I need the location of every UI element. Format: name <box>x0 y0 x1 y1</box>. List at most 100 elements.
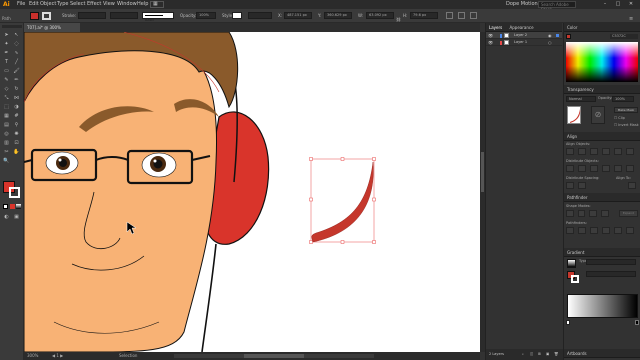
transparency-opacity-field[interactable]: 100% <box>612 96 634 102</box>
default-colors-icon[interactable] <box>3 204 8 209</box>
pathfinder-panel-header[interactable]: Pathfinder <box>564 193 640 202</box>
align-hcenter-icon[interactable] <box>578 148 586 155</box>
artboard-nav-icon[interactable]: ◀ 1 ▶ <box>52 352 63 360</box>
new-layer-icon[interactable]: ▣ <box>546 349 549 360</box>
shape-builder-tool-icon[interactable]: ◑ <box>12 103 21 111</box>
blend-mode-dropdown[interactable]: Normal <box>566 96 596 102</box>
expand-button[interactable]: Expand <box>618 210 639 217</box>
line-tool-icon[interactable]: ╱ <box>12 58 21 66</box>
bbox-handle-bm[interactable] <box>340 240 345 244</box>
intersect-icon[interactable] <box>589 210 598 217</box>
color-fill-swatch[interactable] <box>566 34 571 39</box>
curvature-tool-icon[interactable]: ∿ <box>12 49 21 57</box>
object-thumbnail[interactable] <box>567 106 581 124</box>
perspective-grid-tool-icon[interactable]: ▦ <box>2 112 11 120</box>
transparency-panel-header[interactable]: Transparency <box>564 85 640 94</box>
headphone-cable[interactable] <box>201 243 217 352</box>
horizontal-scrollbar[interactable] <box>174 354 374 358</box>
gradient-stop-end[interactable] <box>635 320 639 325</box>
y-field[interactable]: 360.629 px <box>324 12 352 19</box>
menu-help[interactable]: Help <box>135 0 150 9</box>
status-tool[interactable]: Selection <box>119 352 137 360</box>
zoom-tool-icon[interactable]: 🔍 <box>2 157 11 165</box>
distribute-left-icon[interactable] <box>602 165 610 172</box>
bbox-handle-tm[interactable] <box>340 157 345 161</box>
align-bottom-icon[interactable] <box>626 148 634 155</box>
horizontal-scroll-thumb[interactable] <box>244 354 304 358</box>
w-field[interactable]: 63.092 px <box>366 12 394 19</box>
bbox-handle-mr[interactable] <box>372 197 376 202</box>
isolate-icon[interactable] <box>458 12 465 19</box>
tab-layers[interactable]: Layers <box>489 25 502 30</box>
eyedropper-tool-icon[interactable]: ⚲ <box>12 121 21 129</box>
rectangle-tool-icon[interactable]: ▭ <box>2 67 11 75</box>
menu-file[interactable]: File <box>15 0 27 9</box>
clipping-mask-icon[interactable]: ◫ <box>530 349 533 360</box>
minimize-icon[interactable]: – <box>600 0 610 9</box>
close-icon[interactable]: ✕ <box>626 0 636 9</box>
type-tool-icon[interactable]: T <box>2 58 11 66</box>
horizontal-spacing-icon[interactable] <box>578 182 586 189</box>
recolor-icon[interactable] <box>470 12 477 19</box>
merge-icon[interactable] <box>590 227 598 234</box>
transform-icon[interactable] <box>446 12 453 19</box>
gradient-stop-start[interactable] <box>566 320 570 325</box>
visibility-eye-icon[interactable]: 👁 <box>488 39 493 46</box>
vertical-scroll-thumb[interactable] <box>481 152 484 192</box>
gradient-type-dropdown[interactable] <box>586 259 636 265</box>
gradient-panel-header[interactable]: Gradient <box>564 248 640 257</box>
minus-back-icon[interactable] <box>626 227 634 234</box>
tab-appearance[interactable]: Appearance <box>510 25 534 30</box>
pencil-tool-icon[interactable]: ✏ <box>12 76 21 84</box>
link-icon[interactable]: ⛓ <box>396 13 401 22</box>
search-stock-input[interactable]: Search Adobe Stock <box>538 1 576 12</box>
draw-mode-icon[interactable]: ◐ <box>2 213 11 221</box>
new-sublayer-icon[interactable]: ⊞ <box>538 349 541 360</box>
fill-swatch[interactable] <box>30 12 39 20</box>
selection-indicator[interactable] <box>556 34 559 37</box>
minus-front-icon[interactable] <box>577 210 586 217</box>
bbox-handle-tr[interactable] <box>372 157 376 161</box>
pen-tool-icon[interactable]: ✒ <box>2 49 11 57</box>
align-dropdown[interactable] <box>248 12 272 19</box>
opacity-field[interactable]: 100% <box>196 12 216 19</box>
shaper-tool-icon[interactable]: ✎ <box>2 76 11 84</box>
symbol-sprayer-tool-icon[interactable]: ✺ <box>12 130 21 138</box>
gradient-preview[interactable] <box>567 259 576 268</box>
gradient-mode-icon[interactable] <box>16 204 21 209</box>
hex-field[interactable]: C5372C <box>610 34 638 39</box>
eraser-tool-icon[interactable]: ◇ <box>2 85 11 93</box>
workspace-switcher[interactable]: Dope Motions <box>506 0 540 9</box>
distribute-right-icon[interactable] <box>626 165 634 172</box>
scale-tool-icon[interactable]: ⤡ <box>2 94 11 102</box>
graph-tool-icon[interactable]: ▥ <box>2 139 11 147</box>
vertical-spacing-icon[interactable] <box>566 182 574 189</box>
mesh-tool-icon[interactable]: # <box>12 112 21 120</box>
selected-brush-stroke[interactable] <box>311 161 374 243</box>
layer-name[interactable]: Layer 2 <box>514 32 527 39</box>
align-panel-header[interactable]: Align <box>564 132 640 141</box>
panel-menu-icon[interactable]: ≡ <box>629 12 636 22</box>
locate-object-icon[interactable]: ⌕ <box>522 349 524 360</box>
paintbrush-tool-icon[interactable]: 🖌 <box>12 67 21 75</box>
invert-mask-checkbox[interactable]: ☐ Invert Mask <box>614 123 639 128</box>
target-icon[interactable]: ○ <box>548 39 552 46</box>
visibility-eye-icon[interactable]: 👁 <box>488 32 493 39</box>
h-field[interactable]: 79.6 px <box>410 12 438 19</box>
exclude-icon[interactable] <box>601 210 609 217</box>
layer-row-layer1[interactable]: 👁 Layer 1 ○ <box>486 39 562 46</box>
align-left-icon[interactable] <box>566 148 574 155</box>
gradient-angle-field[interactable] <box>586 271 636 277</box>
bbox-handle-ml[interactable] <box>309 197 313 202</box>
screen-mode-icon[interactable]: ▣ <box>12 213 21 221</box>
align-vcenter-icon[interactable] <box>614 148 622 155</box>
slice-tool-icon[interactable]: ✂ <box>2 148 11 156</box>
target-icon[interactable]: ◉ <box>548 32 552 39</box>
align-top-icon[interactable] <box>602 148 610 155</box>
face-shape[interactable] <box>24 43 217 352</box>
selection-tool-icon[interactable]: ➤ <box>2 31 11 39</box>
gradient-stroke-swatch[interactable] <box>571 275 579 283</box>
toolbar-grip[interactable] <box>2 25 22 28</box>
free-transform-tool-icon[interactable]: ⬚ <box>2 103 11 111</box>
delete-layer-icon[interactable]: 🗑 <box>554 349 558 360</box>
